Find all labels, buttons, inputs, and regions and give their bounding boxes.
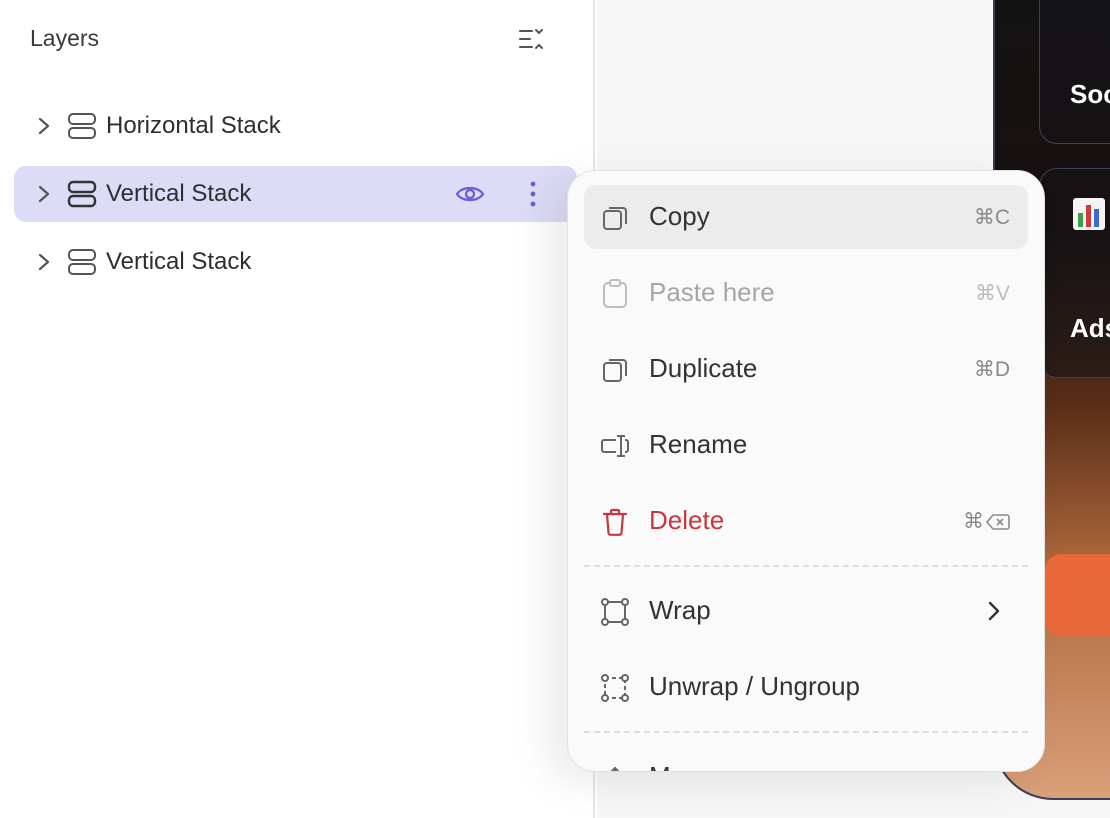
eye-icon <box>455 186 485 202</box>
preview-card[interactable]: Soc <box>1039 0 1110 144</box>
chevron-right-icon <box>982 599 1006 623</box>
preview-button[interactable] <box>1045 554 1110 636</box>
menu-item-label: Move up <box>649 761 749 771</box>
shortcut-label: ⌘V <box>974 282 1010 305</box>
menu-item-label: Paste here <box>649 277 775 307</box>
clipboard-icon <box>600 279 630 309</box>
chevron-right-icon[interactable] <box>32 182 56 206</box>
layer-label: Vertical Stack <box>106 248 252 275</box>
layer-row-horizontal-stack[interactable]: Horizontal Stack <box>14 98 577 154</box>
more-options-button[interactable] <box>520 178 546 210</box>
layer-row-vertical-stack[interactable]: Vertical Stack <box>14 234 577 290</box>
command-symbol: ⌘ <box>963 510 984 533</box>
panel-title: Layers <box>30 25 100 51</box>
menu-divider <box>584 731 1028 733</box>
menu-item-wrap[interactable]: Wrap <box>584 579 1028 643</box>
menu-item-move-up[interactable]: Move up <box>584 745 1028 771</box>
card-title: Ads <box>1070 313 1110 343</box>
menu-item-label: Wrap <box>649 595 711 625</box>
vertical-stack-icon <box>67 179 97 209</box>
menu-item-copy[interactable]: Copy ⌘C <box>584 185 1028 249</box>
collapse-all-button[interactable] <box>515 25 547 53</box>
backspace-key-icon <box>986 513 1010 530</box>
menu-item-duplicate[interactable]: Duplicate ⌘D <box>584 337 1028 401</box>
rename-icon <box>600 431 630 461</box>
menu-item-unwrap[interactable]: Unwrap / Ungroup <box>584 655 1028 719</box>
visibility-toggle-button[interactable] <box>454 178 486 210</box>
vertical-stack-icon <box>67 247 97 277</box>
shortcut-label: ⌘C <box>973 206 1010 229</box>
menu-item-label: Delete <box>649 505 725 535</box>
copy-icon <box>600 203 630 233</box>
arrow-up-icon <box>600 763 630 771</box>
menu-item-paste-here[interactable]: Paste here ⌘V <box>584 261 1028 325</box>
layer-row-vertical-stack-selected[interactable]: Vertical Stack <box>14 166 577 222</box>
menu-item-label: Copy <box>649 201 710 231</box>
card-title: Soc <box>1070 79 1110 109</box>
menu-item-rename[interactable]: Rename <box>584 413 1028 477</box>
shortcut-label: ⌘D <box>973 358 1010 381</box>
horizontal-stack-icon <box>67 111 97 141</box>
shortcut-label: ⌘ <box>963 509 1010 534</box>
context-menu: Copy ⌘C Paste here ⌘V Duplicate ⌘D Renam… <box>567 170 1045 772</box>
menu-item-label: Duplicate <box>649 353 758 383</box>
vertical-dots-icon <box>530 181 536 207</box>
trash-icon <box>600 507 630 537</box>
wrap-icon <box>600 597 630 627</box>
duplicate-icon <box>600 355 630 385</box>
menu-item-label: Unwrap / Ungroup <box>649 671 860 701</box>
menu-divider <box>584 565 1028 567</box>
bar-chart-icon <box>1072 197 1106 231</box>
chevron-right-icon[interactable] <box>32 114 56 138</box>
layer-label: Horizontal Stack <box>106 112 281 139</box>
menu-item-label: Rename <box>649 429 748 459</box>
collapse-list-icon <box>519 29 543 49</box>
preview-card[interactable]: Ads <box>1039 168 1110 378</box>
layers-panel: Layers Horizontal Stack Vertical Stack V… <box>0 0 595 818</box>
unwrap-icon <box>600 673 630 703</box>
menu-item-delete[interactable]: Delete ⌘ <box>584 489 1028 553</box>
layer-label: Vertical Stack <box>106 180 252 207</box>
chevron-right-icon[interactable] <box>32 250 56 274</box>
